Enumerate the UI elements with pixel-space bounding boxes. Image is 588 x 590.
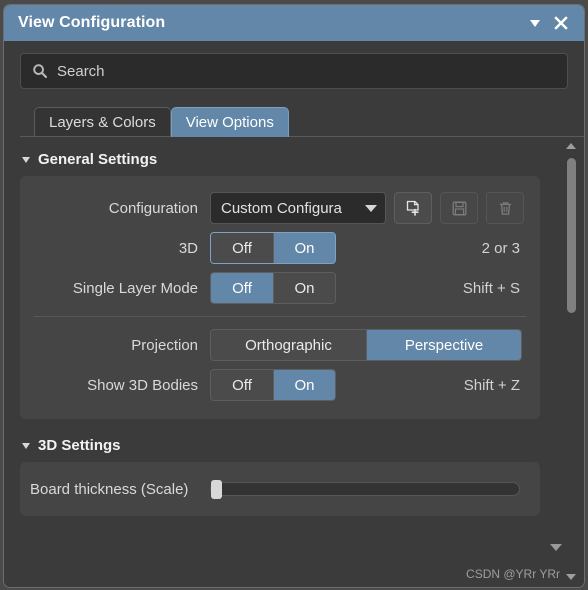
show-3d-bodies-toggle-off[interactable]: Off [211,370,273,400]
three-d-toggle-off[interactable]: Off [211,233,273,263]
row-single-layer-mode: Single Layer Mode Off On Shift + S [20,268,540,308]
single-layer-mode-toggle-off[interactable]: Off [211,273,273,303]
single-layer-mode-shortcut: Shift + S [462,279,520,297]
close-icon[interactable] [548,10,574,36]
board-thickness-slider-thumb[interactable] [211,480,222,499]
row-board-thickness: Board thickness (Scale) [20,472,540,506]
trash-icon [497,200,514,217]
row-3d: 3D Off On 2 or 3 [20,228,540,268]
row-show-3d-bodies: Show 3D Bodies Off On Shift + Z [20,365,540,405]
chevron-down-icon [365,204,377,212]
single-layer-mode-toggle: Off On [210,272,336,304]
scroll-down-button[interactable] [564,570,578,584]
general-settings-group: Configuration Custom Configura 3D Off On… [20,176,540,419]
chevron-down-icon[interactable] [550,544,562,551]
configuration-label: Configuration [108,199,198,217]
single-layer-mode-label: Single Layer Mode [72,279,198,297]
configuration-dropdown-value: Custom Configura [221,199,342,217]
search-input[interactable] [57,62,557,80]
projection-toggle-orthographic[interactable]: Orthographic [211,330,366,360]
projection-label: Projection [131,336,198,354]
tab-label: View Options [185,114,274,131]
triangle-up-icon [566,143,576,149]
floppy-save-icon [451,200,468,217]
scrollbar-thumb[interactable] [566,158,576,313]
show-3d-bodies-toggle-on[interactable]: On [273,370,335,400]
tab-layers-and-colors[interactable]: Layers & Colors [34,107,171,137]
scroll-up-button[interactable] [564,139,578,153]
projection-controls: Orthographic Perspective [210,329,522,361]
chevron-down-icon[interactable] [522,10,548,36]
show-3d-bodies-shortcut: Shift + Z [463,376,520,394]
save-configuration-button[interactable] [440,192,478,224]
three-d-toggle: Off On [210,232,336,264]
view-configuration-window: View Configuration Layers & Color [3,4,585,588]
board-thickness-slider[interactable] [210,480,520,499]
show-3d-bodies-controls: Off On [210,369,336,401]
board-thickness-label: Board thickness (Scale) [30,480,189,498]
three-d-label: 3D [178,239,198,257]
search-box[interactable] [20,53,568,89]
window-title: View Configuration [18,14,166,31]
delete-configuration-button[interactable] [486,192,524,224]
new-page-plus-icon [404,199,422,217]
single-layer-mode-toggle-on[interactable]: On [273,273,335,303]
window-body: Layers & Colors View Options General Set… [4,41,584,587]
show-3d-bodies-toggle: Off On [210,369,336,401]
section-header-general-settings[interactable]: General Settings [4,151,556,168]
tab-bar: Layers & Colors View Options [20,107,584,137]
section-title: General Settings [38,151,158,168]
three-d-settings-group: Board thickness (Scale) [20,462,540,516]
row-projection: Projection Orthographic Perspective [20,325,540,365]
projection-toggle-perspective[interactable]: Perspective [366,330,521,360]
three-d-toggle-on[interactable]: On [273,233,335,263]
projection-toggle: Orthographic Perspective [210,329,522,361]
search-icon [31,62,49,80]
show-3d-bodies-label: Show 3D Bodies [87,376,198,394]
row-configuration: Configuration Custom Configura [20,188,540,228]
section-title: 3D Settings [38,437,121,454]
caret-expanded-icon [20,154,32,166]
settings-content: General Settings Configuration Custom Co… [4,137,556,516]
window-titlebar: View Configuration [4,5,584,41]
section-header-3d-settings[interactable]: 3D Settings [4,437,556,454]
group-divider [34,316,526,317]
tab-label: Layers & Colors [49,114,156,131]
new-configuration-button[interactable] [394,192,432,224]
triangle-down-icon [566,574,576,580]
caret-expanded-icon [20,440,32,452]
tab-view-options[interactable]: View Options [170,107,289,137]
configuration-controls: Custom Configura [210,192,524,224]
single-layer-mode-controls: Off On [210,272,336,304]
vertical-scrollbar[interactable] [564,137,578,587]
settings-scroll-area: General Settings Configuration Custom Co… [4,137,584,587]
three-d-controls: Off On [210,232,336,264]
three-d-shortcut: 2 or 3 [481,239,520,257]
tab-underline [20,136,584,137]
configuration-dropdown[interactable]: Custom Configura [210,192,386,224]
